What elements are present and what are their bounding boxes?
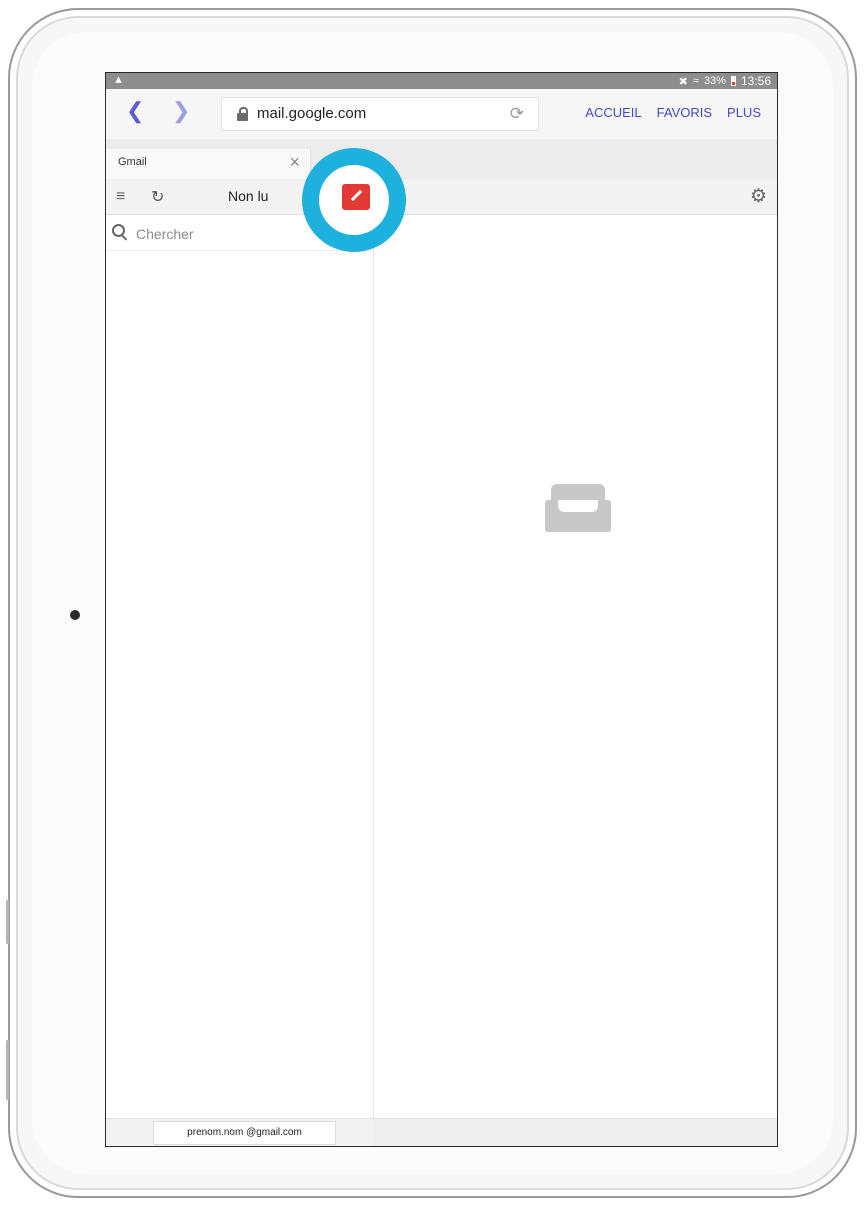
reading-pane xyxy=(374,215,777,1146)
tab-strip: Gmail × xyxy=(106,139,777,179)
reload-icon[interactable]: ⟳ xyxy=(510,104,524,124)
device-screen: ▲ ✖ ≈ 33% 13:56 ❮ ❯ mail.google.com ⟳ AC… xyxy=(105,72,778,1147)
url-text: mail.google.com xyxy=(257,105,367,122)
volume-button xyxy=(6,900,9,944)
wifi-icon: ≈ xyxy=(692,75,699,87)
reading-pane-footer xyxy=(374,1118,777,1146)
lock-icon xyxy=(237,107,248,121)
search-icon xyxy=(112,224,125,237)
refresh-icon[interactable]: ↻ xyxy=(151,187,164,207)
gmail-toolbar: ≡ ↻ Non lu ⚙ xyxy=(106,179,777,215)
account-footer: prenom.nom @gmail.com xyxy=(106,1118,374,1146)
message-list-pane xyxy=(106,215,374,1146)
camera-dot xyxy=(70,610,80,620)
account-email[interactable]: prenom.nom @gmail.com xyxy=(153,1121,336,1145)
battery-percent: 33% xyxy=(703,75,726,87)
address-bar[interactable]: mail.google.com ⟳ xyxy=(221,97,539,131)
hamburger-icon[interactable]: ≡ xyxy=(116,189,125,205)
browser-toolbar: ❮ ❯ mail.google.com ⟳ ACCUEIL FAVORIS PL… xyxy=(106,89,777,139)
battery-icon xyxy=(730,76,736,86)
browser-menu: ACCUEIL FAVORIS PLUS xyxy=(585,105,761,120)
highlight-ring xyxy=(302,148,406,252)
empty-inbox-icon xyxy=(545,484,611,532)
status-bar: ▲ ✖ ≈ 33% 13:56 xyxy=(106,73,777,89)
power-button xyxy=(6,1040,9,1100)
gear-icon[interactable]: ⚙ xyxy=(750,185,767,208)
menu-accueil[interactable]: ACCUEIL xyxy=(585,105,641,120)
pencil-icon xyxy=(349,189,363,205)
menu-plus[interactable]: PLUS xyxy=(727,105,761,120)
warning-icon: ▲ xyxy=(113,74,124,86)
clock: 13:56 xyxy=(740,74,771,88)
chevron-right-icon[interactable]: ❯ xyxy=(172,99,190,123)
mute-icon: ✖ xyxy=(678,75,688,88)
close-icon[interactable]: × xyxy=(289,152,300,172)
chevron-left-icon[interactable]: ❮ xyxy=(126,99,144,123)
compose-button[interactable] xyxy=(342,184,370,210)
status-indicators: ✖ ≈ 33% 13:56 xyxy=(679,74,771,88)
tab-title: Gmail xyxy=(118,156,147,168)
menu-favoris[interactable]: FAVORIS xyxy=(657,105,712,120)
tab-gmail[interactable]: Gmail × xyxy=(106,149,311,179)
view-label[interactable]: Non lu xyxy=(228,188,268,204)
